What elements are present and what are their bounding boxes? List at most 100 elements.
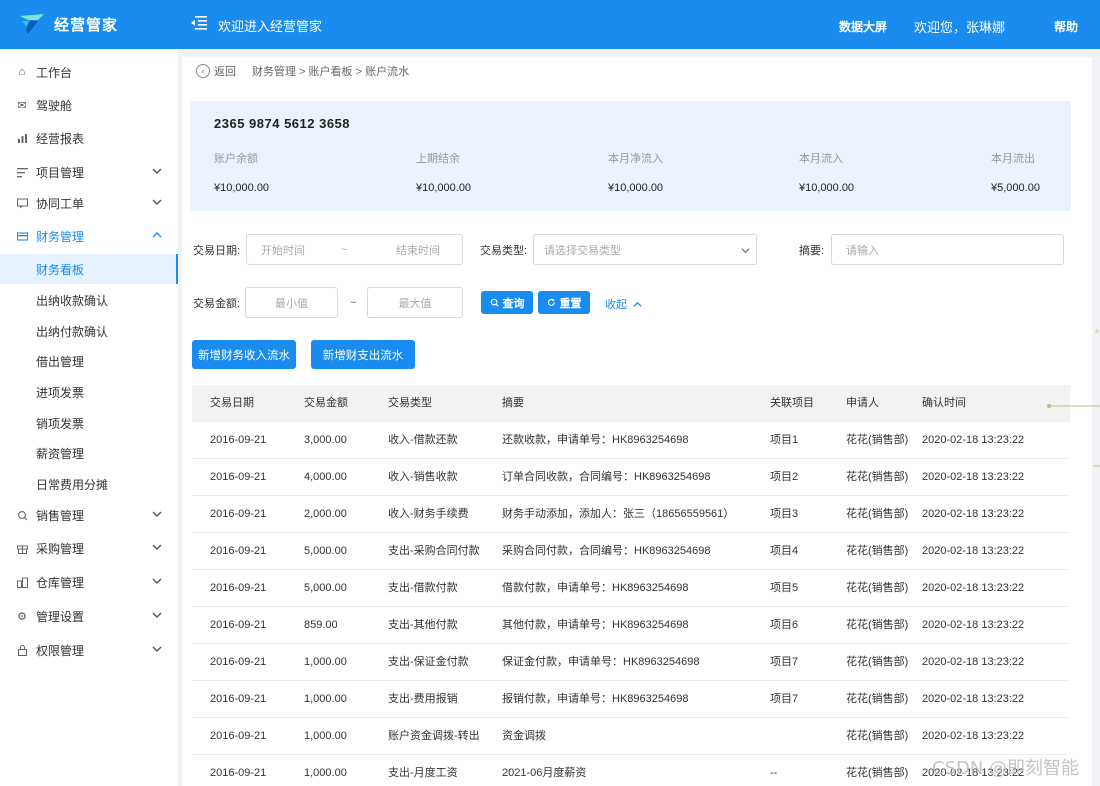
chevron-down-icon	[152, 199, 162, 205]
cell-date: 2016-09-21	[210, 545, 267, 557]
cell-amount: 1,000.00	[304, 730, 347, 742]
welcome-title: 欢迎进入经营管家	[218, 19, 323, 34]
sidebar-item-warehouse[interactable]: 仓库管理	[0, 567, 178, 597]
cell-summary: 订单合同收款，合同编号：HK8963254698	[502, 471, 711, 483]
cell-type: 支出-保证金付款	[388, 656, 469, 668]
start-date-placeholder[interactable]: 开始时间	[261, 242, 305, 258]
table-row[interactable]: 2016-09-21 1,000.00 支出-费用报销 报销付款，申请单号：HK896…	[192, 681, 1070, 718]
sidebar-item-label: 销售管理	[36, 508, 85, 523]
sidebar-sub-salary[interactable]: 薪资管理	[0, 438, 178, 468]
cell-confirm-time: 2020-02-18 13:23:22	[922, 693, 1025, 705]
cell-confirm-time: 2020-02-18 13:23:22	[922, 619, 1025, 631]
cell-type: 支出-借款付款	[388, 582, 458, 594]
col-header-project[interactable]: 关联项目	[770, 385, 814, 422]
back-button[interactable]: ‹ 返回	[196, 63, 236, 79]
data-screen-link[interactable]: 数据大屏	[839, 18, 887, 35]
table-row[interactable]: 2016-09-21 4,000.00 收入-销售收款 订单合同收款，合同编号：HK8…	[192, 459, 1070, 496]
sidebar-sub-input-invoice[interactable]: 进项发票	[0, 377, 178, 407]
sidebar-sub-expense-share[interactable]: 日常费用分摊	[0, 469, 178, 499]
menu-fold-icon[interactable]	[190, 14, 208, 32]
cell-project: 项目3	[770, 508, 799, 520]
cell-applicant: 花花(销售部)	[846, 582, 909, 594]
user-greeting[interactable]: 欢迎您，张琳娜	[914, 17, 1005, 36]
home-icon: ⌂	[18, 66, 26, 78]
breadcrumb: ‹ 返回 财务管理 > 账户看板 > 账户流水	[196, 63, 409, 79]
sidebar-item-finance[interactable]: 财务管理	[0, 221, 178, 251]
cell-summary: 采购合同付款，合同编号：HK8963254698	[502, 545, 711, 557]
sidebar-item-settings[interactable]: ⚙ 管理设置	[0, 601, 178, 631]
table-row[interactable]: 2016-09-21 5,000.00 支出-采购合同付款 采购合同付款，合同编号：H…	[192, 533, 1070, 570]
chevron-up-icon	[633, 301, 642, 307]
search-icon	[490, 298, 499, 307]
sidebar-item-cockpit[interactable]: ✉ 驾驶舱	[0, 90, 178, 120]
max-amount-input[interactable]: 最大值	[367, 287, 463, 318]
gear-icon: ⚙	[17, 610, 27, 623]
add-income-button[interactable]: 新增财务收入流水	[192, 340, 296, 369]
reset-button[interactable]: 重置	[538, 291, 590, 314]
date-range-picker[interactable]: 开始时间 ~ 结束时间	[246, 234, 463, 265]
sidebar-item-sales[interactable]: 销售管理	[0, 500, 178, 530]
amount-label: 交易金额:	[193, 298, 241, 310]
cell-type: 收入-销售收款	[388, 471, 458, 483]
stat-value-net-inflow: ¥10,000.00	[608, 182, 664, 194]
cell-applicant: 花花(销售部)	[846, 730, 909, 742]
logo-icon	[20, 14, 44, 34]
table-row[interactable]: 2016-09-21 859.00 支出-其他付款 其他付款，申请单号：HK89632…	[192, 607, 1070, 644]
col-header-applicant[interactable]: 申请人	[846, 385, 879, 422]
sidebar-item-workbench[interactable]: ⌂ 工作台	[0, 57, 178, 87]
col-header-summary[interactable]: 摘要	[502, 385, 524, 422]
sidebar-item-projects[interactable]: 项目管理	[0, 157, 178, 187]
refresh-icon	[547, 298, 555, 306]
stat-value-inflow: ¥10,000.00	[799, 182, 855, 194]
sidebar-item-permissions[interactable]: 权限管理	[0, 635, 178, 665]
add-expense-button[interactable]: 新增财支出流水	[311, 340, 415, 369]
min-amount-input[interactable]: 最小值	[245, 287, 338, 318]
transaction-type-select[interactable]: 请选择交易类型	[533, 234, 757, 265]
cell-applicant: 花花(销售部)	[846, 545, 909, 557]
summary-input[interactable]: 请输入	[831, 234, 1064, 265]
sidebar-sub-finance-board[interactable]: 财务看板	[0, 254, 178, 284]
stat-value-prev-balance: ¥10,000.00	[416, 182, 472, 194]
sidebar-item-label: 仓库管理	[36, 575, 85, 590]
sidebar-sub-cashier-payment[interactable]: 出纳付款确认	[0, 316, 178, 346]
sidebar-sub-lending[interactable]: 借出管理	[0, 346, 178, 376]
col-header-type[interactable]: 交易类型	[388, 385, 432, 422]
table-row[interactable]: 2016-09-21 5,000.00 支出-借款付款 借款付款，申请单号：HK896…	[192, 570, 1070, 607]
table-row[interactable]: 2016-09-21 3,000.00 收入-借款还款 还款收款，申请单号：HK896…	[192, 422, 1070, 459]
cell-type: 支出-其他付款	[388, 619, 458, 631]
cell-applicant: 花花(销售部)	[846, 508, 909, 520]
back-label: 返回	[214, 66, 236, 78]
table-row[interactable]: 2016-09-21 1,000.00 账户资金调拨-转出 资金调拨 花花(销售部) 20…	[192, 718, 1070, 755]
sidebar-sub-output-invoice[interactable]: 销项发票	[0, 408, 178, 438]
cell-summary: 2021-06月度薪资	[502, 767, 587, 779]
cell-date: 2016-09-21	[210, 471, 267, 483]
table-row[interactable]: 2016-09-21 2,000.00 收入-财务手续费 财务手动添加，添加人：张三（…	[192, 496, 1070, 533]
table-header: 交易日期 交易金额 交易类型 摘要 关联项目 申请人 确认时间	[192, 385, 1070, 422]
help-link[interactable]: 帮助	[1054, 18, 1078, 35]
col-header-confirm-time[interactable]: 确认时间	[922, 385, 966, 422]
account-summary-card: 2365 9874 5612 3658 账户余额 ¥10,000.00 上期结余…	[190, 101, 1071, 211]
sidebar: ⌂ 工作台 ✉ 驾驶舱 经营报表 项目管理 协同工单 财务管理 财务看板 出纳收…	[0, 49, 178, 786]
sidebar-sub-cashier-receipt[interactable]: 出纳收款确认	[0, 285, 178, 315]
cell-date: 2016-09-21	[210, 434, 267, 446]
stat-label-net-inflow: 本月净流入	[608, 153, 663, 165]
collapse-filters-link[interactable]: 收起	[605, 296, 642, 312]
end-date-placeholder[interactable]: 结束时间	[396, 242, 440, 258]
cell-summary: 保证金付款，申请单号：HK8963254698	[502, 656, 700, 668]
chevron-up-icon	[152, 232, 162, 238]
sidebar-item-purchasing[interactable]: 采购管理	[0, 533, 178, 563]
cell-project: 项目7	[770, 656, 799, 668]
cell-type: 收入-财务手续费	[388, 508, 469, 520]
date-range-separator: ~	[341, 243, 348, 256]
chevron-down-icon	[741, 248, 750, 254]
sidebar-item-workorders[interactable]: 协同工单	[0, 188, 178, 218]
query-button[interactable]: 查询	[481, 291, 533, 314]
app-logo[interactable]: 经营管家	[18, 12, 118, 36]
col-header-amount[interactable]: 交易金额	[304, 385, 348, 422]
cell-applicant: 花花(销售部)	[846, 693, 909, 705]
cell-amount: 1,000.00	[304, 767, 347, 779]
list-icon	[16, 166, 28, 178]
table-row[interactable]: 2016-09-21 1,000.00 支出-保证金付款 保证金付款，申请单号：HK8…	[192, 644, 1070, 681]
sidebar-item-reports[interactable]: 经营报表	[0, 123, 178, 153]
col-header-date[interactable]: 交易日期	[210, 385, 254, 422]
